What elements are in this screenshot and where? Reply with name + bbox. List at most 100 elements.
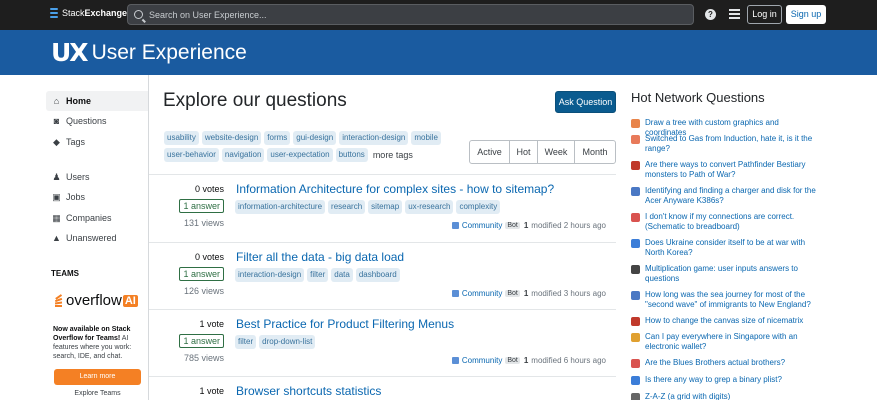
- tag-link[interactable]: filter: [307, 268, 329, 282]
- question-meta: Community Bot 1 modified 2 hours ago: [451, 221, 606, 230]
- question-title-link[interactable]: Filter all the data - big data load: [236, 250, 404, 264]
- user-link[interactable]: Community: [462, 221, 502, 230]
- sidebar-item-questions[interactable]: ◙ Questions: [46, 111, 148, 131]
- site-favicon-icon: [631, 393, 640, 400]
- search-input[interactable]: [149, 9, 649, 20]
- tag-link[interactable]: information-architecture: [235, 200, 326, 214]
- hot-network-link[interactable]: I don't know if my connections are corre…: [645, 212, 816, 232]
- question-title-link[interactable]: Information Architecture for complex sit…: [236, 182, 554, 196]
- sidebar-item-home[interactable]: ⌂ Home: [46, 91, 148, 111]
- hot-network-item[interactable]: Multiplication game: user inputs answers…: [631, 264, 816, 284]
- sidebar-item-label: Tags: [66, 137, 86, 147]
- answer-count: 1 answer: [179, 267, 224, 281]
- sidebar-item-companies[interactable]: ▦ Companies: [46, 208, 148, 228]
- avatar[interactable]: [451, 222, 459, 229]
- filter-active[interactable]: Active: [470, 141, 510, 163]
- hot-network-item[interactable]: Does Ukraine consider itself to be at wa…: [631, 238, 816, 258]
- tag-link[interactable]: user-expectation: [267, 148, 333, 162]
- search-box[interactable]: [127, 4, 694, 25]
- modified-time[interactable]: modified 2 hours ago: [531, 221, 606, 230]
- sidebar-item-label: Jobs: [66, 192, 86, 202]
- hot-network-title: Hot Network Questions: [631, 90, 765, 105]
- site-favicon-icon: [631, 317, 640, 326]
- tag-link[interactable]: drop-down-list: [259, 335, 316, 349]
- tag-link[interactable]: research: [328, 200, 366, 214]
- hot-network-item[interactable]: How long was the sea journey for most of…: [631, 290, 816, 310]
- hot-network-link[interactable]: Is there any way to grep a binary plist?: [645, 375, 782, 385]
- sidebar-item-tags[interactable]: ◆ Tags: [46, 132, 148, 152]
- vote-count: 0 votes: [194, 252, 224, 262]
- hot-network-link[interactable]: Z-A-Z (a grid with digits): [645, 392, 730, 400]
- sidebar-item-jobs[interactable]: ▣ Jobs: [46, 187, 148, 207]
- modified-time[interactable]: modified 6 hours ago: [531, 356, 606, 365]
- hot-network-link[interactable]: Are the Blues Brothers actual brothers?: [645, 358, 785, 368]
- explore-teams-link[interactable]: Explore Teams: [54, 390, 141, 397]
- hot-network-link[interactable]: Multiplication game: user inputs answers…: [645, 264, 816, 284]
- hot-network-link[interactable]: Are there ways to convert Pathfinder Bes…: [645, 160, 816, 180]
- tag-link[interactable]: gui-design: [293, 131, 337, 145]
- filter-hot[interactable]: Hot: [510, 141, 538, 163]
- hot-network-item[interactable]: Can I pay everywhere in Singapore with a…: [631, 332, 816, 352]
- tag-link[interactable]: forms: [264, 131, 291, 145]
- login-button[interactable]: Log in: [747, 5, 782, 24]
- user-link[interactable]: Community: [462, 356, 502, 365]
- tag-link[interactable]: website-design: [201, 131, 262, 145]
- question-title-link[interactable]: Best Practice for Product Filtering Menu…: [236, 317, 454, 331]
- hot-network-item[interactable]: Are the Blues Brothers actual brothers?: [631, 358, 816, 368]
- view-count: 131 views: [183, 218, 224, 228]
- tag-link[interactable]: buttons: [335, 148, 368, 162]
- ask-question-button[interactable]: Ask Question: [555, 91, 616, 113]
- tag-link[interactable]: mobile: [411, 131, 441, 145]
- hot-network-link[interactable]: Can I pay everywhere in Singapore with a…: [645, 332, 816, 352]
- hot-network-item[interactable]: Identifying and finding a charger and di…: [631, 186, 816, 206]
- hot-network-link[interactable]: Identifying and finding a charger and di…: [645, 186, 816, 206]
- question-title-link[interactable]: Browser shortcuts statistics: [236, 384, 381, 398]
- more-tags-link[interactable]: more tags: [373, 150, 413, 160]
- sidebar-item-unanswered[interactable]: ▲ Unanswered: [46, 228, 148, 248]
- tag-link[interactable]: interaction-design: [339, 131, 409, 145]
- tag-link[interactable]: user-behavior: [164, 148, 219, 162]
- hot-network-link[interactable]: How long was the sea journey for most of…: [645, 290, 816, 310]
- tag-link[interactable]: ux-research: [405, 200, 454, 214]
- help-icon[interactable]: ?: [705, 9, 716, 20]
- tag-link[interactable]: data: [331, 268, 353, 282]
- sidebar-item-label: Home: [66, 96, 92, 106]
- hot-network-link[interactable]: Switched to Gas from Induction, hate it,…: [645, 134, 816, 154]
- filter-month[interactable]: Month: [575, 141, 615, 163]
- user-link[interactable]: Community: [462, 289, 502, 298]
- site-favicon-icon: [631, 265, 640, 274]
- tag-link[interactable]: navigation: [221, 148, 265, 162]
- hot-network-item[interactable]: Z-A-Z (a grid with digits): [631, 392, 816, 400]
- hot-network-item[interactable]: Switched to Gas from Induction, hate it,…: [631, 134, 816, 154]
- modified-time[interactable]: modified 3 hours ago: [531, 289, 606, 298]
- question-tags: interaction-design filter data dashboard: [235, 268, 403, 282]
- learn-more-button[interactable]: Learn more: [54, 369, 141, 385]
- site-switcher-icon[interactable]: [729, 9, 740, 19]
- hot-network-link[interactable]: Does Ukraine consider itself to be at wa…: [645, 238, 816, 258]
- sidebar-item-users[interactable]: ♟ Users: [46, 167, 148, 187]
- popular-tags-row-1: usability website-design forms gui-desig…: [164, 131, 444, 145]
- reputation: 1: [523, 356, 529, 365]
- avatar[interactable]: [451, 290, 459, 297]
- avatar[interactable]: [451, 357, 459, 364]
- site-favicon-icon: [631, 119, 640, 128]
- teams-promo-bold: Now available on Stack Overflow for Team…: [53, 326, 131, 342]
- tag-link[interactable]: sitemap: [368, 200, 403, 214]
- tag-link[interactable]: interaction-design: [235, 268, 305, 282]
- hot-network-item[interactable]: Is there any way to grep a binary plist?: [631, 375, 816, 385]
- question-summary: 0 votes 1 answer 131 views Information A…: [149, 174, 616, 241]
- hot-network-link[interactable]: How to change the canvas size of nicemat…: [645, 316, 803, 326]
- tag-link[interactable]: complexity: [456, 200, 501, 214]
- tag-link[interactable]: filter: [235, 335, 257, 349]
- hot-network-item[interactable]: How to change the canvas size of nicemat…: [631, 316, 816, 326]
- site-favicon-icon: [631, 376, 640, 385]
- hot-network-item[interactable]: Are there ways to convert Pathfinder Bes…: [631, 160, 816, 180]
- site-logo[interactable]: UX User Experience: [51, 40, 247, 65]
- filter-week[interactable]: Week: [538, 141, 575, 163]
- signup-button[interactable]: Sign up: [786, 5, 826, 24]
- tag-link[interactable]: usability: [164, 131, 199, 145]
- stackexchange-logo[interactable]: Stack Exchange: [50, 8, 127, 18]
- tag-link[interactable]: dashboard: [355, 268, 400, 282]
- hot-network-item[interactable]: I don't know if my connections are corre…: [631, 212, 816, 232]
- question-summary: 1 vote Browser shortcuts statistics: [149, 376, 616, 400]
